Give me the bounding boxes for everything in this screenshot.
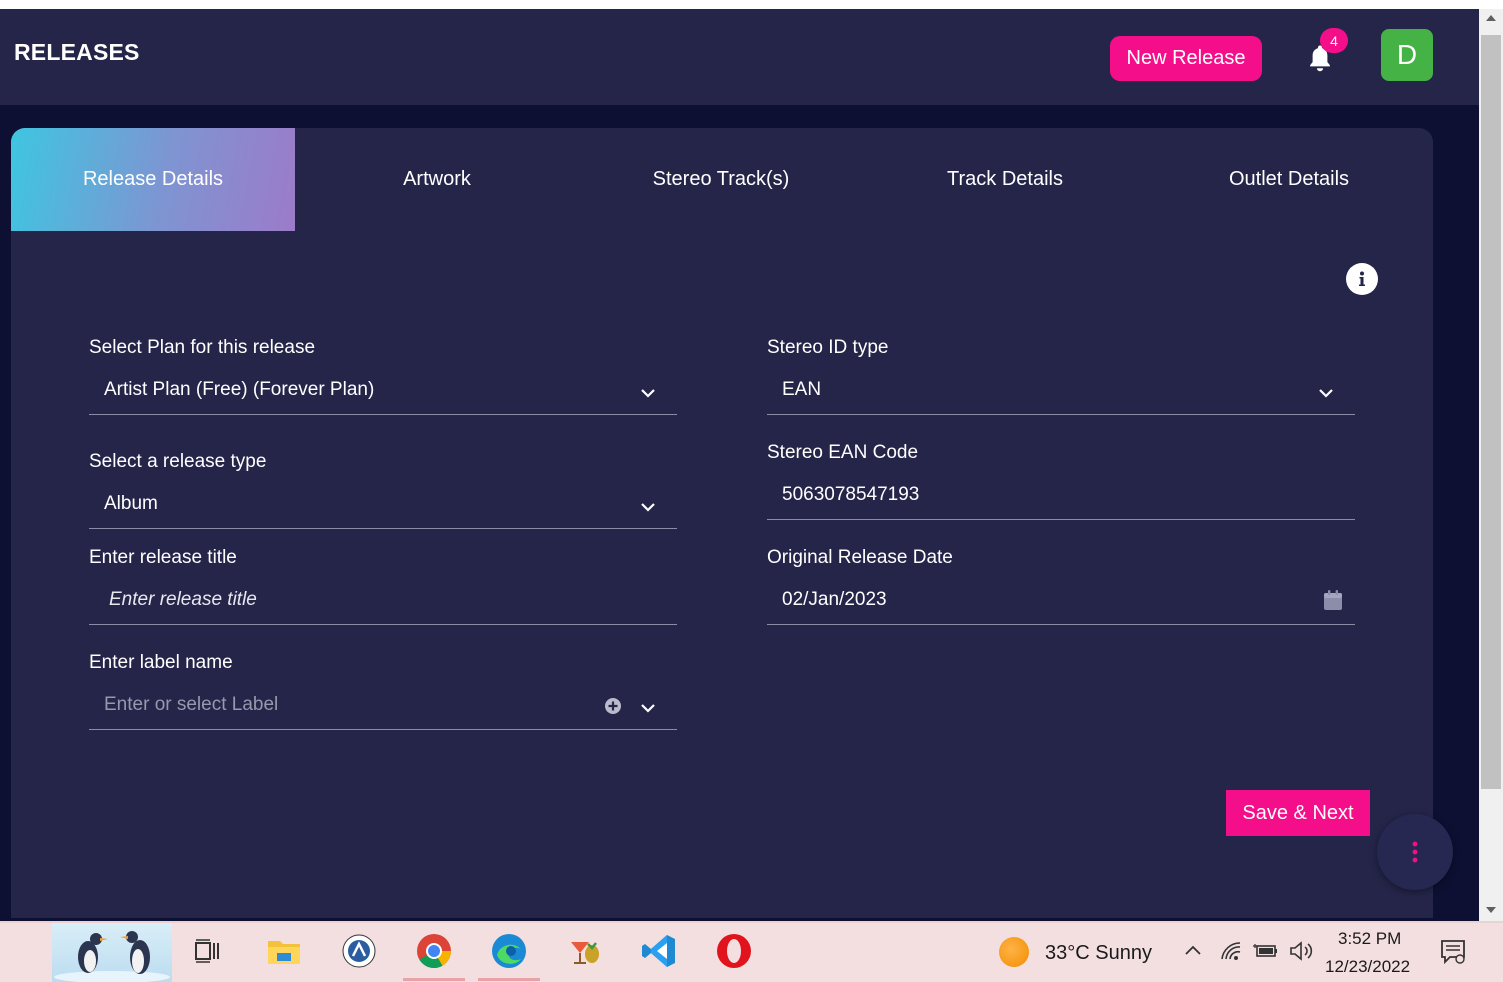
chevron-down-icon [641,389,655,398]
notification-center-icon[interactable] [1440,939,1468,965]
release-type-label: Select a release type [89,451,267,472]
opera-icon[interactable] [714,931,754,971]
tab-outlet-details[interactable]: Outlet Details [1147,128,1431,231]
tab-stereo-tracks[interactable]: Stereo Track(s) [579,128,863,231]
chrome-active-indicator [403,978,465,981]
stereo-ean-label: Stereo EAN Code [767,442,919,463]
release-title-input[interactable]: Enter release title [89,581,677,625]
add-circle-icon[interactable] [604,697,622,715]
file-explorer-icon[interactable] [264,931,304,971]
stereo-ean-value: 5063078547193 [782,484,920,505]
plan-select[interactable]: Artist Plan (Free) (Forever Plan) [89,371,677,415]
more-vertical-icon [1412,841,1418,863]
label-name-label: Enter label name [89,652,233,673]
clock-time[interactable]: 3:52 PM [1338,929,1401,949]
stereo-id-type-label: Stereo ID type [767,337,889,358]
chevron-up-icon[interactable] [1184,943,1202,957]
taskbar-top-border [0,921,1503,923]
weather-widget[interactable]: 33°C Sunny [1045,942,1152,965]
weather-sun-icon[interactable] [999,937,1029,967]
label-name-input[interactable]: Enter or select Label [89,686,677,730]
release-title-placeholder: Enter release title [109,589,257,610]
clock-date[interactable]: 12/23/2022 [1325,957,1410,977]
original-release-date-value: 02/Jan/2023 [782,589,887,610]
release-type-select[interactable]: Album [89,485,677,529]
info-icon[interactable] [1346,263,1378,295]
top-header: RELEASES New Release 4 D [0,9,1479,105]
scroll-down-arrow-icon[interactable] [1486,907,1496,913]
stereo-id-type-select[interactable]: EAN [767,371,1355,415]
tab-track-details[interactable]: Track Details [863,128,1147,231]
tab-bar: Release Details Artwork Stereo Track(s) … [11,128,1433,231]
tab-release-details[interactable]: Release Details [11,128,295,231]
cocktail-app-icon[interactable] [564,931,604,971]
release-title-label: Enter release title [89,547,237,568]
chrome-icon[interactable] [414,931,454,971]
stereo-ean-input[interactable]: 5063078547193 [767,476,1355,520]
weather-temp: 33°C [1045,942,1090,964]
more-actions-fab[interactable] [1377,814,1453,890]
calendar-icon[interactable] [1323,589,1343,611]
scroll-up-arrow-icon[interactable] [1486,15,1496,21]
new-release-button[interactable]: New Release [1110,36,1262,81]
original-release-date-label: Original Release Date [767,547,953,568]
app-window: RELEASES New Release 4 D Release Details… [0,9,1479,921]
weather-condition: Sunny [1095,942,1152,964]
scroll-thumb[interactable] [1481,35,1501,789]
release-type-value: Album [104,493,158,514]
plan-value: Artist Plan (Free) (Forever Plan) [104,379,375,400]
avatar[interactable]: D [1381,29,1433,81]
volume-icon[interactable] [1289,941,1315,961]
release-form-card: Release Details Artwork Stereo Track(s) … [11,128,1433,918]
notification-badge: 4 [1320,28,1348,53]
label-name-placeholder: Enter or select Label [104,694,279,715]
task-view-icon[interactable] [188,931,228,971]
stereo-id-type-value: EAN [782,379,822,400]
info-glyph-icon [1359,271,1365,286]
chevron-down-icon [641,503,655,512]
chevron-down-icon [1319,389,1333,398]
edge-active-indicator [478,978,540,981]
app-circle-icon[interactable] [339,931,379,971]
vscode-icon[interactable] [639,931,679,971]
tab-artwork[interactable]: Artwork [295,128,579,231]
windows-taskbar: 33°C Sunny 3:52 PM 12/23/2022 [0,921,1503,982]
edge-icon[interactable] [489,931,529,971]
original-release-date-input[interactable]: 02/Jan/2023 [767,581,1355,625]
penguins-icon [54,931,170,982]
chevron-down-icon[interactable] [639,699,657,717]
wifi-icon[interactable] [1220,941,1242,961]
plan-label: Select Plan for this release [89,337,316,358]
page-title: RELEASES [14,39,140,65]
battery-icon[interactable] [1253,943,1279,959]
save-next-button[interactable]: Save & Next [1226,790,1370,836]
start-wallpaper-penguins-icon[interactable] [52,923,172,982]
vertical-scrollbar[interactable] [1479,9,1503,921]
